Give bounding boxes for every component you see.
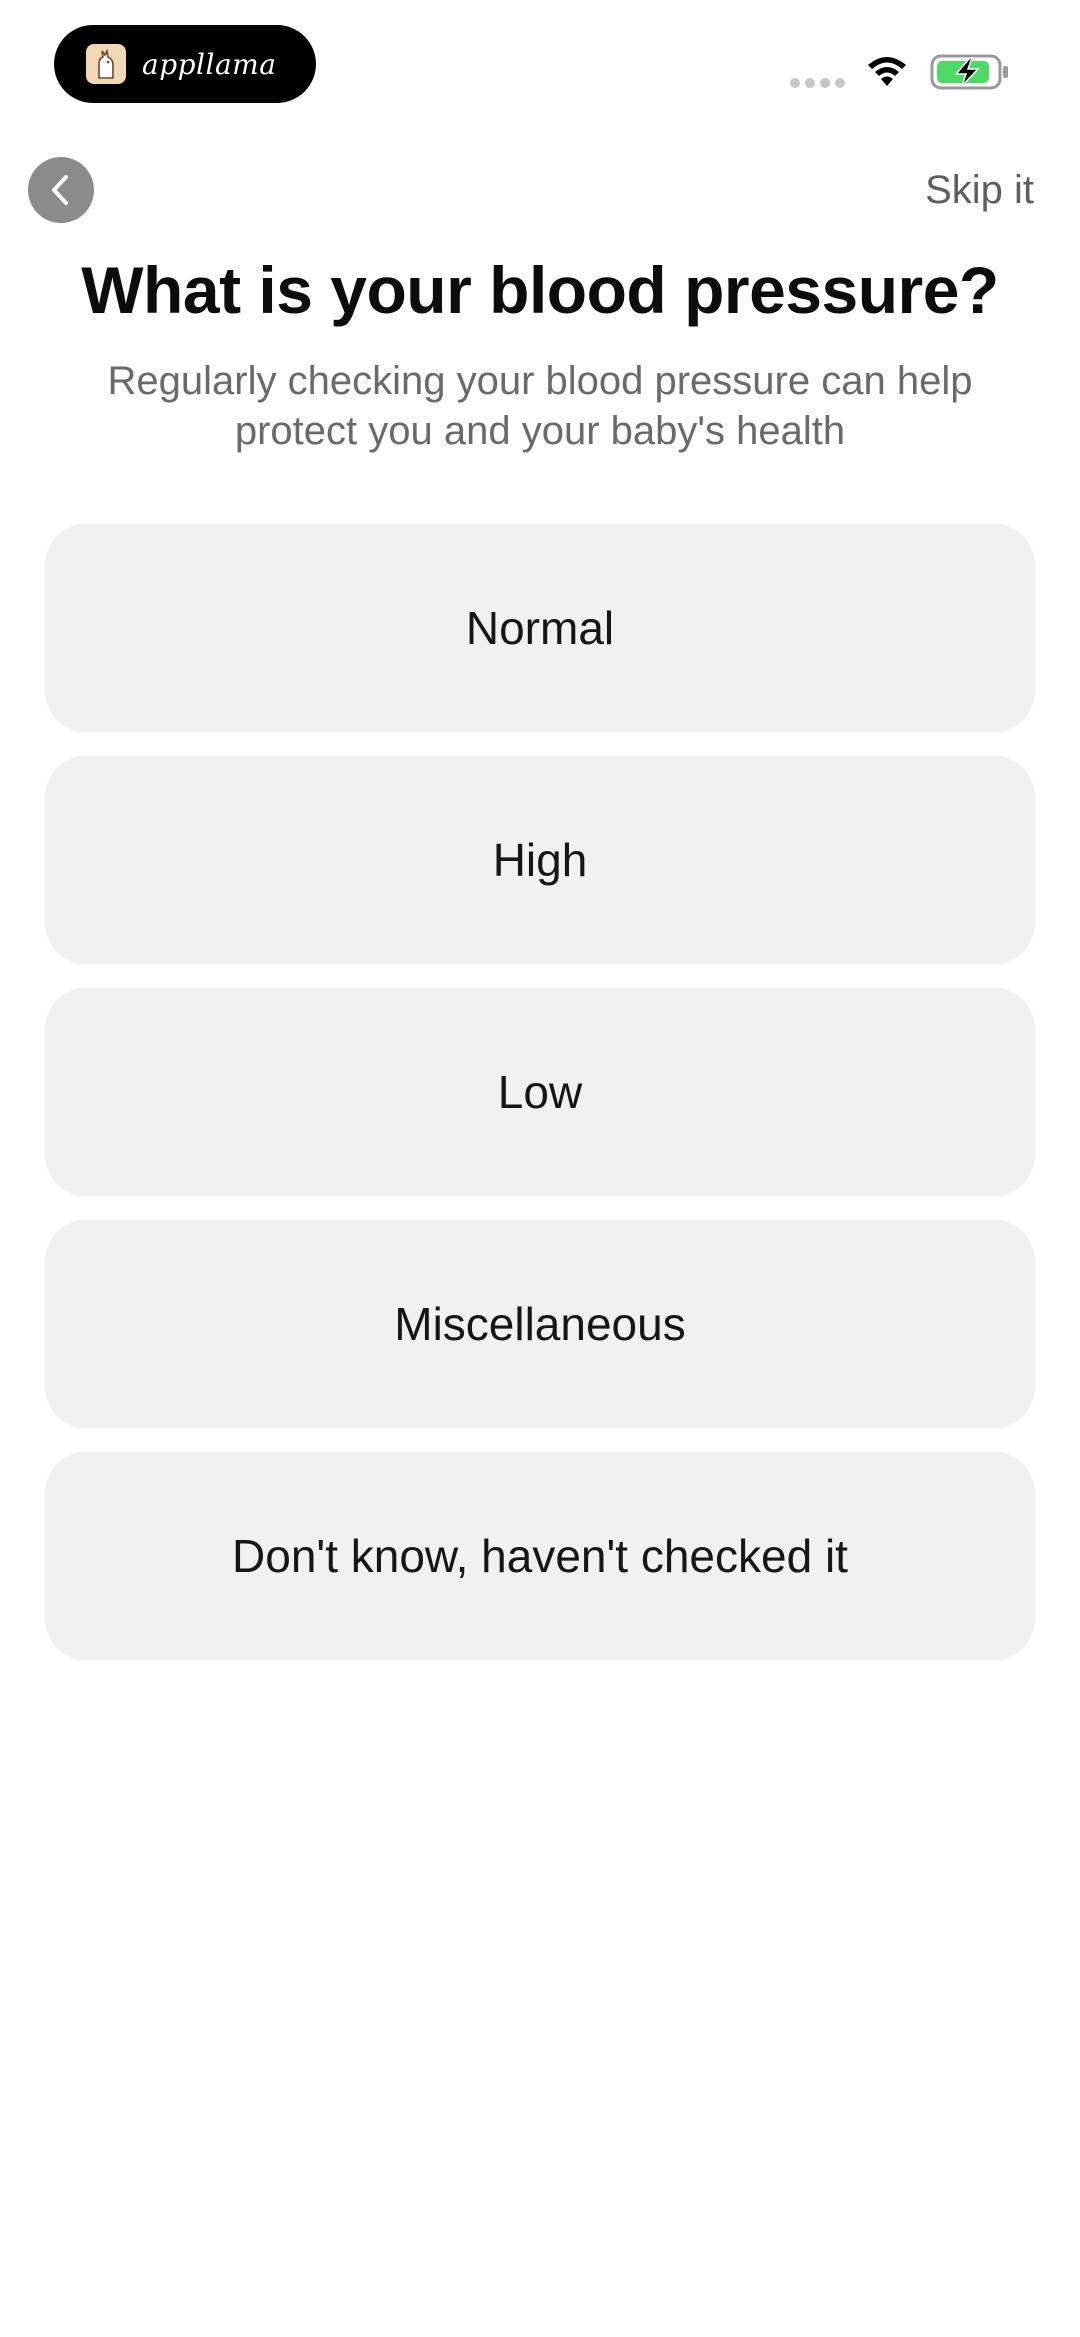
question-title: What is your blood pressure? — [81, 253, 999, 327]
option-normal[interactable]: Normal — [45, 523, 1035, 733]
options-list: Normal High Low Miscellaneous Don't know… — [45, 523, 1035, 1683]
llama-logo-icon — [86, 44, 126, 84]
battery-charging-icon — [930, 54, 1008, 90]
brand-pill: appllama — [54, 25, 316, 103]
option-miscellaneous[interactable]: Miscellaneous — [45, 1219, 1035, 1429]
option-dont-know[interactable]: Don't know, haven't checked it — [45, 1451, 1035, 1661]
status-bar: appllama — [0, 0, 1080, 120]
option-high[interactable]: High — [45, 755, 1035, 965]
screen: appllama Skip it What is your blood pres… — [0, 0, 1080, 2337]
question-subtitle: Regularly checking your blood pressure c… — [107, 359, 973, 453]
chevron-left-icon — [52, 175, 68, 205]
skip-button[interactable]: Skip it — [925, 168, 1034, 213]
signal-dots-icon — [790, 78, 845, 88]
option-low[interactable]: Low — [45, 987, 1035, 1197]
brand-name: appllama — [142, 47, 277, 81]
wifi-icon — [868, 57, 906, 86]
back-button[interactable] — [28, 157, 94, 223]
